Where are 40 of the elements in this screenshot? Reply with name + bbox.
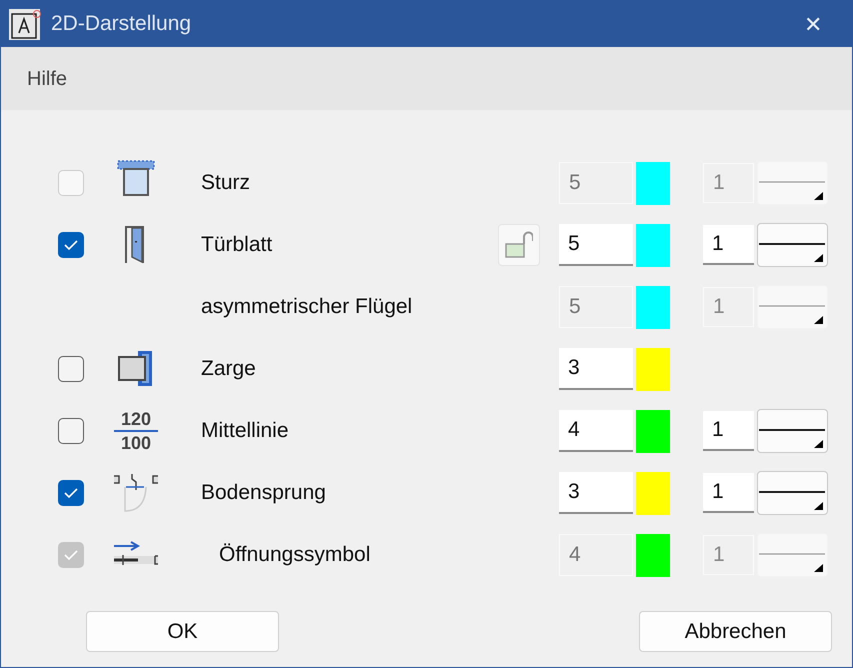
dialog-button[interactable]: Abbrechen: [639, 611, 832, 652]
check-icon: [64, 240, 78, 250]
row-label: Mittellinie: [201, 418, 290, 444]
row-label: Sturz: [201, 170, 252, 196]
line-width-field[interactable]: 1: [703, 473, 754, 513]
check-icon: [64, 550, 78, 560]
window-title: 2D-Darstellung: [51, 11, 192, 38]
number-field[interactable]: 5: [559, 224, 633, 266]
row-label: Zarge: [201, 356, 257, 382]
color-swatch[interactable]: [636, 348, 670, 390]
line-style-dropdown[interactable]: [757, 471, 828, 515]
check-icon: [64, 488, 78, 498]
frame-icon: [118, 350, 154, 388]
fraction-denominator: 100: [120, 432, 152, 452]
color-swatch[interactable]: [636, 472, 670, 514]
line-width-field[interactable]: 1: [703, 411, 754, 451]
color-swatch[interactable]: [636, 224, 670, 266]
row-label: asymmetrischer Flügel: [201, 294, 414, 320]
close-button[interactable]: ✕: [790, 4, 836, 44]
checkbox[interactable]: [58, 232, 84, 258]
floor-spring-icon: [113, 473, 159, 513]
checkbox[interactable]: [58, 418, 84, 444]
number-field[interactable]: 3: [559, 472, 633, 514]
row-label: Bodensprung: [201, 480, 327, 506]
checkbox[interactable]: [58, 480, 84, 506]
row-label: Türblatt: [201, 232, 274, 258]
row-label: Öffnungssymbol: [218, 542, 372, 568]
lintel-icon: [116, 160, 156, 198]
open-padlock-icon[interactable]: [498, 224, 540, 266]
line-style-dropdown[interactable]: [757, 409, 828, 453]
line-width-field[interactable]: 1: [703, 225, 754, 265]
number-field[interactable]: 4: [559, 410, 633, 452]
color-swatch[interactable]: [636, 410, 670, 452]
line-style-dropdown[interactable]: [757, 223, 828, 267]
dialog-button[interactable]: OK: [86, 611, 279, 652]
app-icon: [8, 8, 41, 40]
number-field[interactable]: 3: [559, 348, 633, 390]
fraction-numerator: 120: [114, 410, 158, 432]
checkbox[interactable]: [58, 356, 84, 382]
menu-item[interactable]: Hilfe: [27, 64, 68, 94]
